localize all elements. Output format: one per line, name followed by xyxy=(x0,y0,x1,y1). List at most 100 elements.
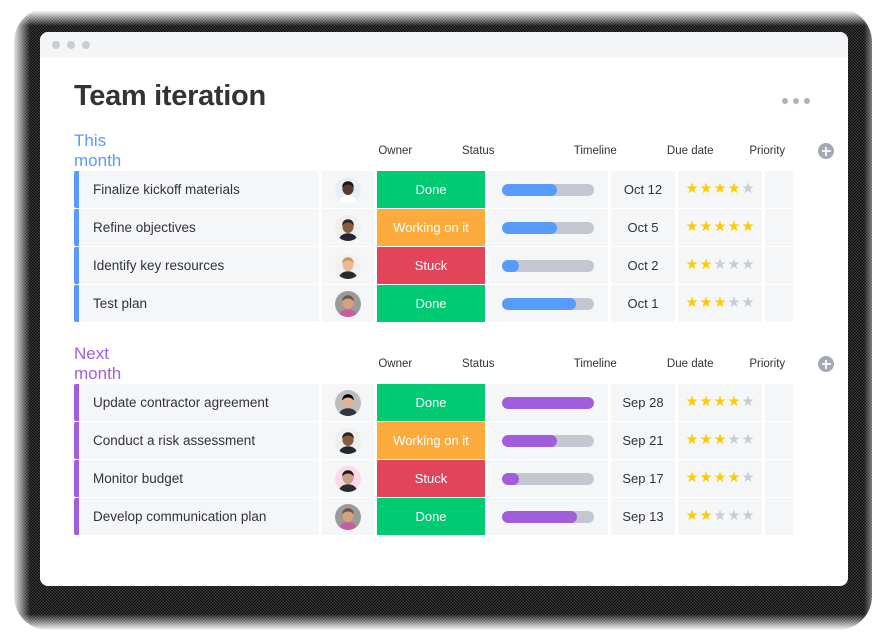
status-badge[interactable]: Working on it xyxy=(377,422,485,459)
column-header-timeline: Timeline xyxy=(573,358,617,370)
row-add-cell[interactable] xyxy=(765,247,793,284)
table-row[interactable]: Finalize kickoff materials Done Oct 12 ★ ★ ★ ★… xyxy=(74,171,814,208)
star-icon: ★ xyxy=(727,295,741,312)
due-date-cell[interactable]: Oct 2 xyxy=(611,247,675,284)
timeline-bar xyxy=(502,396,594,409)
due-date-cell[interactable]: Sep 13 xyxy=(611,498,675,535)
owner-cell[interactable] xyxy=(322,285,374,322)
task-name[interactable]: Identify key resources xyxy=(79,247,319,284)
page-header: Team iteration xyxy=(74,80,814,113)
table-row[interactable]: Monitor budget Stuck Sep 17 ★ ★ ★ ★ ★ xyxy=(74,460,814,497)
timeline-cell[interactable] xyxy=(488,209,608,246)
due-date-cell[interactable]: Oct 12 xyxy=(611,171,675,208)
star-icon: ★ xyxy=(741,295,755,312)
status-badge[interactable]: Done xyxy=(377,171,485,208)
row-add-cell[interactable] xyxy=(765,209,793,246)
star-icon: ★ xyxy=(685,219,699,236)
priority-stars[interactable]: ★ ★ ★ ★ ★ xyxy=(686,395,755,410)
table-row[interactable]: Update contractor agreement Done Sep 28 ★ ★ ★… xyxy=(74,384,814,421)
priority-cell[interactable]: ★ ★ ★ ★ ★ xyxy=(678,209,762,246)
due-date-cell[interactable]: Sep 21 xyxy=(611,422,675,459)
priority-stars[interactable]: ★ ★ ★ ★ ★ xyxy=(686,296,755,311)
owner-cell[interactable] xyxy=(322,247,374,284)
star-icon: ★ xyxy=(699,295,713,312)
star-icon: ★ xyxy=(727,181,741,198)
add-column-icon[interactable] xyxy=(818,356,835,372)
row-add-cell[interactable] xyxy=(765,498,793,535)
table-row[interactable]: Conduct a risk assessment Working on it Se… xyxy=(74,422,814,459)
star-icon: ★ xyxy=(685,181,699,198)
star-icon: ★ xyxy=(685,394,699,411)
status-badge[interactable]: Done xyxy=(377,285,485,322)
status-badge[interactable]: Done xyxy=(377,384,485,421)
task-name[interactable]: Conduct a risk assessment xyxy=(79,422,319,459)
row-add-cell[interactable] xyxy=(765,460,793,497)
priority-cell[interactable]: ★ ★ ★ ★ ★ xyxy=(678,384,762,421)
avatar xyxy=(335,290,361,317)
timeline-cell[interactable] xyxy=(488,422,608,459)
add-column-icon[interactable] xyxy=(818,143,835,159)
priority-stars[interactable]: ★ ★ ★ ★ ★ xyxy=(686,258,755,273)
status-badge[interactable]: Stuck xyxy=(377,460,485,497)
star-icon: ★ xyxy=(699,470,713,487)
due-date-cell[interactable]: Oct 5 xyxy=(611,209,675,246)
owner-cell[interactable] xyxy=(322,384,374,421)
task-name[interactable]: Finalize kickoff materials xyxy=(79,171,319,208)
star-icon: ★ xyxy=(699,432,713,449)
priority-stars[interactable]: ★ ★ ★ ★ ★ xyxy=(686,433,755,448)
priority-stars[interactable]: ★ ★ ★ ★ ★ xyxy=(686,220,755,235)
table-row[interactable]: Develop communication plan Done Sep 13 ★ ★ ★ ★… xyxy=(74,498,814,535)
timeline-cell[interactable] xyxy=(488,460,608,497)
window-dot-maximize[interactable] xyxy=(82,41,90,49)
due-date-cell[interactable]: Oct 1 xyxy=(611,285,675,322)
priority-cell[interactable]: ★ ★ ★ ★ ★ xyxy=(678,247,762,284)
priority-cell[interactable]: ★ ★ ★ ★ ★ xyxy=(678,460,762,497)
due-date-cell[interactable]: Sep 28 xyxy=(611,384,675,421)
owner-cell[interactable] xyxy=(322,498,374,535)
priority-stars[interactable]: ★ ★ ★ ★ ★ xyxy=(686,509,755,524)
owner-cell[interactable] xyxy=(322,209,374,246)
task-name[interactable]: Monitor budget xyxy=(79,460,319,497)
status-badge[interactable]: Stuck xyxy=(377,247,485,284)
avatar xyxy=(335,176,361,203)
row-add-cell[interactable] xyxy=(765,384,793,421)
owner-cell[interactable] xyxy=(322,460,374,497)
status-badge[interactable]: Done xyxy=(377,498,485,535)
table-row[interactable]: Refine objectives Working on it Oct 5 ★ ★ ★ ★ ★ xyxy=(74,209,814,246)
star-icon: ★ xyxy=(699,508,713,525)
table-row[interactable]: Test plan Done Oct 1 ★ ★ ★ ★ ★ xyxy=(74,285,814,322)
kebab-dot-2 xyxy=(793,98,799,104)
status-badge[interactable]: Working on it xyxy=(377,209,485,246)
window-dot-minimize[interactable] xyxy=(67,41,75,49)
timeline-bar xyxy=(502,434,594,447)
priority-cell[interactable]: ★ ★ ★ ★ ★ xyxy=(678,285,762,322)
star-icon: ★ xyxy=(713,508,727,525)
timeline-cell[interactable] xyxy=(488,171,608,208)
window-dot-close[interactable] xyxy=(52,41,60,49)
table-row[interactable]: Identify key resources Stuck Oct 2 ★ ★ ★ ★ ★ xyxy=(74,247,814,284)
timeline-cell[interactable] xyxy=(488,498,608,535)
timeline-cell[interactable] xyxy=(488,247,608,284)
row-add-cell[interactable] xyxy=(765,422,793,459)
timeline-cell[interactable] xyxy=(488,285,608,322)
group-title[interactable]: This month xyxy=(74,131,121,171)
priority-cell[interactable]: ★ ★ ★ ★ ★ xyxy=(678,498,762,535)
priority-cell[interactable]: ★ ★ ★ ★ ★ xyxy=(678,422,762,459)
priority-stars[interactable]: ★ ★ ★ ★ ★ xyxy=(686,471,755,486)
column-header-status: Status xyxy=(461,145,495,157)
task-name[interactable]: Update contractor agreement xyxy=(79,384,319,421)
timeline-cell[interactable] xyxy=(488,384,608,421)
group-title[interactable]: Next month xyxy=(74,344,121,384)
row-add-cell[interactable] xyxy=(765,171,793,208)
row-add-cell[interactable] xyxy=(765,285,793,322)
avatar xyxy=(335,503,361,530)
owner-cell[interactable] xyxy=(322,422,374,459)
due-date-cell[interactable]: Sep 17 xyxy=(611,460,675,497)
task-name[interactable]: Test plan xyxy=(79,285,319,322)
priority-stars[interactable]: ★ ★ ★ ★ ★ xyxy=(686,182,755,197)
priority-cell[interactable]: ★ ★ ★ ★ ★ xyxy=(678,171,762,208)
task-name[interactable]: Refine objectives xyxy=(79,209,319,246)
task-name[interactable]: Develop communication plan xyxy=(79,498,319,535)
owner-cell[interactable] xyxy=(322,171,374,208)
kebab-menu-icon[interactable] xyxy=(782,98,810,104)
